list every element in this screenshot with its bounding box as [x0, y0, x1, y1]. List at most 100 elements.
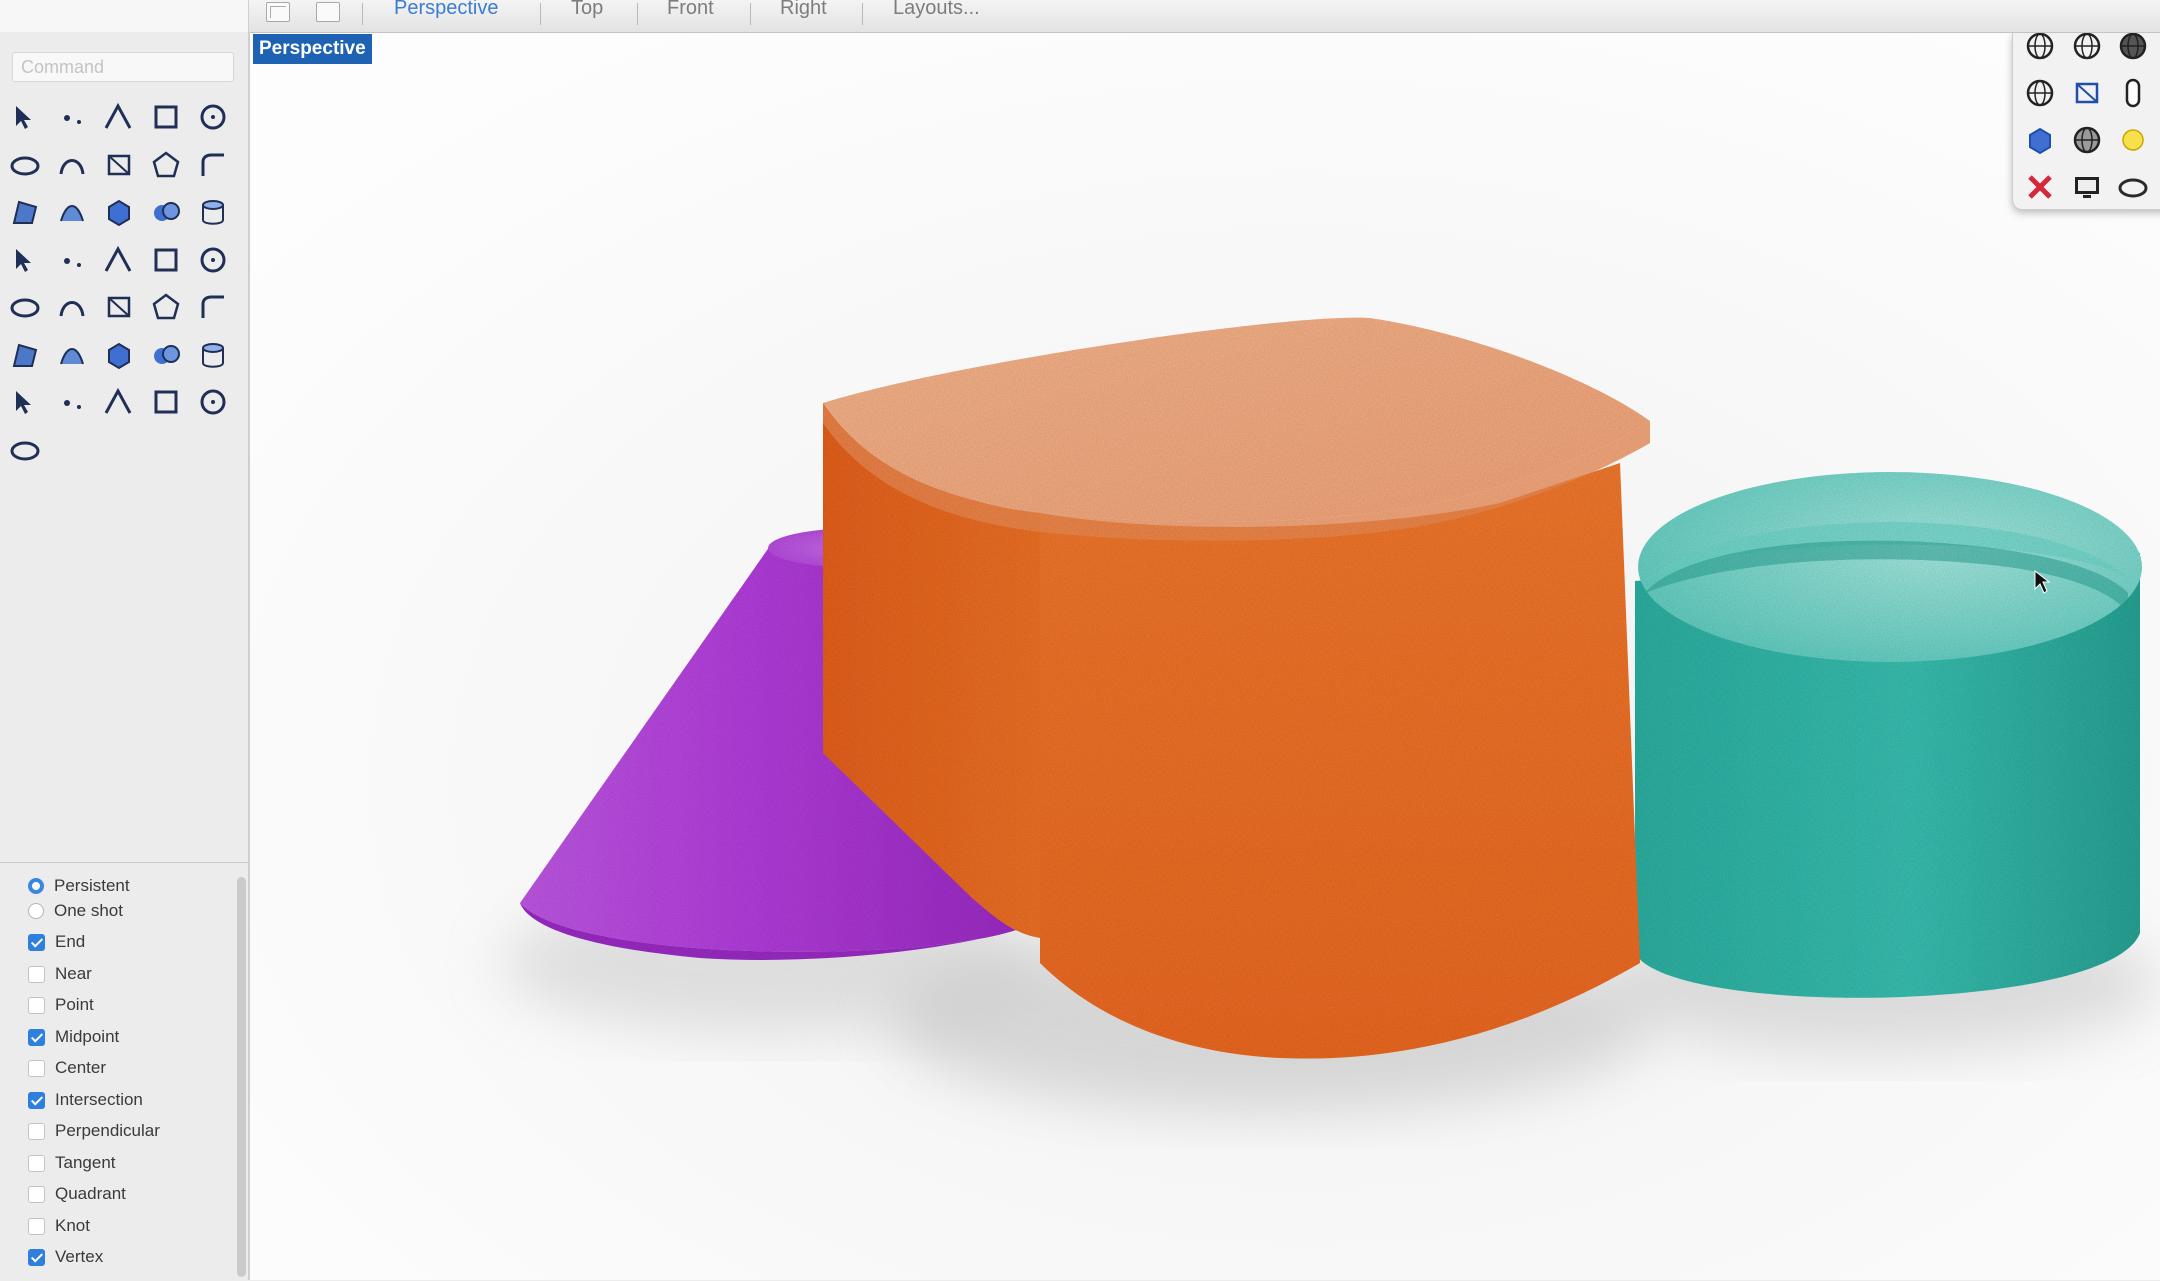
plane-surface-icon[interactable] [6, 241, 44, 279]
material-mix-icon[interactable] [2021, 121, 2059, 159]
osnap-label: Midpoint [55, 1027, 120, 1046]
checkbox[interactable] [28, 1217, 45, 1235]
osnap-point[interactable]: Point [28, 992, 94, 1018]
checkbox[interactable] [28, 1059, 45, 1077]
dimension-icon[interactable] [6, 336, 44, 374]
single-viewport-icon[interactable] [316, 2, 340, 22]
toolbar-header [0, 0, 249, 32]
offset-icon[interactable] [100, 288, 138, 326]
osnap-label: Intersection [55, 1090, 143, 1109]
arc-icon[interactable] [53, 146, 91, 184]
measure-icon[interactable] [194, 336, 232, 374]
mesh-icon[interactable] [2068, 74, 2106, 112]
command-input[interactable] [12, 52, 234, 82]
osnap-vertex[interactable]: Vertex [28, 1244, 103, 1270]
tab-top[interactable]: Top [571, 0, 603, 20]
monitor-icon[interactable] [2068, 168, 2106, 206]
hatch-icon[interactable] [6, 431, 44, 469]
checkbox[interactable] [28, 933, 45, 951]
grid-array-icon[interactable] [6, 383, 44, 421]
check-icon[interactable] [147, 383, 185, 421]
document-properties-icon[interactable] [100, 383, 138, 421]
tab-right[interactable]: Right [780, 0, 827, 20]
radio-button[interactable] [28, 903, 44, 919]
surface-from-points-icon[interactable] [6, 193, 44, 231]
cylinder-solid-icon[interactable] [194, 193, 232, 231]
tab-separator [862, 3, 863, 25]
text-icon[interactable] [194, 288, 232, 326]
osnap-center[interactable]: Center [28, 1055, 106, 1081]
checkbox[interactable] [28, 1185, 45, 1203]
osnap-quadrant[interactable]: Quadrant [28, 1181, 126, 1207]
osnap-near[interactable]: Near [28, 961, 92, 987]
four-viewports-icon[interactable] [266, 2, 290, 22]
osnap-label: Knot [55, 1216, 90, 1235]
osnap-perpendicular[interactable]: Perpendicular [28, 1118, 160, 1144]
join-icon[interactable] [147, 241, 185, 279]
extrude-icon[interactable] [53, 241, 91, 279]
select-arrow-icon[interactable] [6, 98, 44, 136]
viewport-title[interactable]: Perspective [253, 34, 372, 64]
osnap-persistent[interactable]: Persistent [28, 873, 130, 899]
zoom-icon[interactable] [194, 383, 232, 421]
mirror-icon[interactable] [100, 336, 138, 374]
render-x-icon[interactable] [2021, 168, 2059, 206]
light-bulb-icon[interactable] [2114, 121, 2152, 159]
osnap-panel: Persistent One shot End Near Point Midpoint Ce… [0, 862, 248, 1281]
perspective-viewport[interactable]: Perspective [250, 33, 2160, 1280]
torus-icon[interactable] [2021, 74, 2059, 112]
sphere-gray-icon[interactable] [2068, 121, 2106, 159]
osnap-one-shot[interactable]: One shot [28, 898, 123, 924]
fillet-curves-icon[interactable] [194, 146, 232, 184]
osnap-scrollbar[interactable] [237, 877, 246, 1277]
osnap-label: Persistent [54, 876, 130, 895]
box-solid-icon[interactable] [100, 193, 138, 231]
checkbox[interactable] [28, 1028, 45, 1046]
tab-separator [540, 3, 541, 25]
analyze-icon[interactable] [6, 288, 44, 326]
osnap-knot[interactable]: Knot [28, 1213, 90, 1239]
cylinder-object[interactable] [1635, 472, 2142, 998]
polygon-icon[interactable] [147, 146, 185, 184]
array-icon[interactable] [53, 336, 91, 374]
texture-icon[interactable] [2114, 168, 2152, 206]
rotate-icon[interactable] [147, 288, 185, 326]
tab-separator [637, 3, 638, 25]
surface-from-curves-icon[interactable] [53, 193, 91, 231]
radio-button[interactable] [28, 878, 44, 894]
osnap-tangent[interactable]: Tangent [28, 1150, 116, 1176]
capsule-icon[interactable] [2114, 74, 2152, 112]
checkbox[interactable] [28, 1091, 45, 1109]
rectangle-icon[interactable] [100, 146, 138, 184]
sphere-wire-2-icon[interactable] [2068, 33, 2106, 65]
tab-front[interactable]: Front [667, 0, 714, 20]
render-tools-palette [2012, 33, 2160, 210]
ellipse-icon[interactable] [6, 146, 44, 184]
osnap-intersection[interactable]: Intersection [28, 1087, 143, 1113]
polyline-icon[interactable] [100, 98, 138, 136]
osnap-midpoint[interactable]: Midpoint [28, 1024, 119, 1050]
osnap-end[interactable]: End [28, 929, 85, 955]
osnap-label: Near [55, 964, 92, 983]
boolean-union-icon[interactable] [147, 193, 185, 231]
curve-control-points-icon[interactable] [147, 98, 185, 136]
layer-icon[interactable] [53, 383, 91, 421]
osnap-label: Vertex [55, 1247, 104, 1266]
osnap-label: Point [55, 995, 94, 1014]
point-icon[interactable] [53, 98, 91, 136]
tab-layouts[interactable]: Layouts... [893, 0, 980, 20]
checkbox[interactable] [28, 1248, 45, 1266]
trim-icon[interactable] [194, 241, 232, 279]
group-icon[interactable] [53, 288, 91, 326]
circle-icon[interactable] [194, 98, 232, 136]
render-box-icon[interactable] [147, 336, 185, 374]
tab-perspective[interactable]: Perspective [394, 0, 499, 20]
osnap-label: One shot [54, 901, 123, 920]
explode-icon[interactable] [100, 241, 138, 279]
checkbox[interactable] [28, 1154, 45, 1172]
sphere-wire-icon[interactable] [2021, 33, 2059, 65]
checkbox[interactable] [28, 965, 45, 983]
checkbox[interactable] [28, 996, 45, 1014]
checkbox[interactable] [28, 1122, 45, 1140]
sphere-shaded-icon[interactable] [2114, 33, 2152, 65]
